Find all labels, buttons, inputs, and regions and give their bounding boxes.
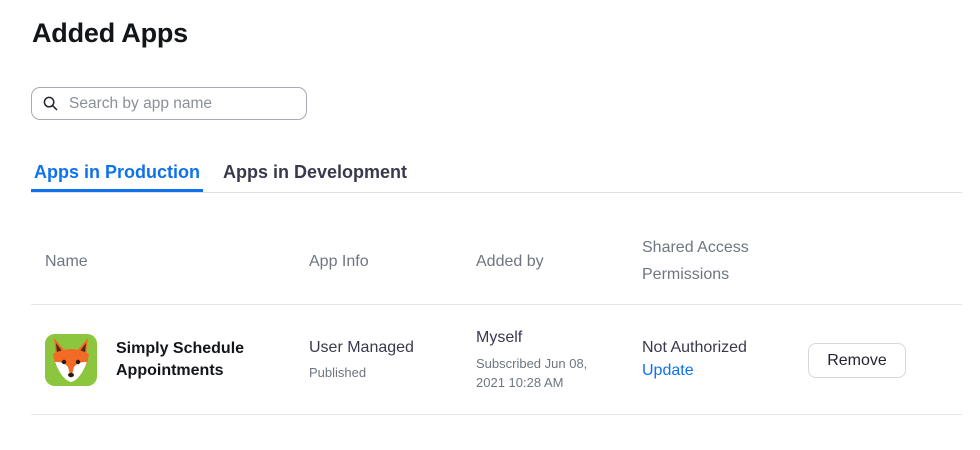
search-input[interactable] [67, 93, 291, 114]
added-by-user: Myself [476, 329, 523, 346]
app-info-status: Published [309, 365, 367, 380]
column-header-name: Name [45, 253, 88, 270]
tab-apps-in-production[interactable]: Apps in Production [31, 158, 203, 192]
column-header-app-info: App Info [309, 253, 369, 270]
header-divider [31, 304, 962, 305]
search-icon [43, 96, 59, 112]
permission-status: Not Authorized [642, 339, 747, 356]
tab-bar: Apps in Production Apps in Development [31, 158, 962, 193]
tab-apps-in-development[interactable]: Apps in Development [220, 158, 410, 188]
subscribed-date-line2: 2021 10:28 AM [476, 375, 564, 390]
column-header-shared-access-line2: Permissions [642, 266, 730, 283]
column-header-added-by: Added by [476, 253, 544, 270]
column-header-shared-access: Shared Access Permissions [642, 234, 749, 288]
subscribed-date: Subscribed Jun 08, 2021 10:28 AM [476, 354, 587, 392]
app-info-type: User Managed [309, 339, 414, 356]
row-divider [31, 414, 962, 415]
fox-app-icon [45, 334, 97, 386]
app-name-line2: Appointments [116, 362, 224, 379]
search-box[interactable] [31, 87, 307, 120]
column-header-shared-access-line1: Shared Access [642, 239, 749, 256]
remove-button[interactable]: Remove [808, 343, 906, 378]
app-name[interactable]: Simply Schedule Appointments [116, 338, 286, 382]
update-link[interactable]: Update [642, 360, 694, 382]
app-name-line1: Simply Schedule [116, 340, 245, 357]
page-title: Added Apps [32, 18, 188, 48]
subscribed-date-line1: Subscribed Jun 08, [476, 356, 588, 371]
